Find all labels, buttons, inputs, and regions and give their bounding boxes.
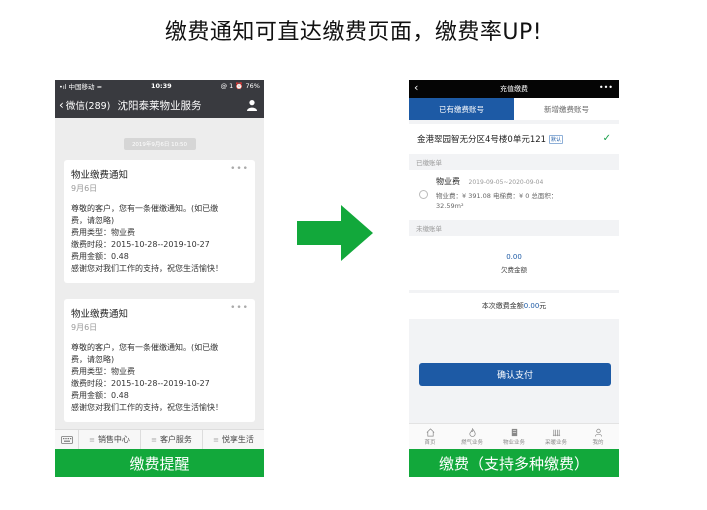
right-caption: 缴费（支持多种缴费） bbox=[409, 449, 619, 477]
bottom-tab-bar: 首页 燃气业务 物业业务 采暖业务 我的 bbox=[409, 423, 619, 449]
total-suffix: 元 bbox=[539, 302, 547, 310]
menu-item-customer-service[interactable]: ≡ 客户服务 bbox=[141, 430, 203, 449]
arrears-label: 欠费金额 bbox=[501, 265, 527, 274]
account-menu-bar: ≡ 销售中心 ≡ 客户服务 ≡ 悦享生活 bbox=[55, 429, 264, 449]
payment-nav-bar: ‹ 充值缴费 ••• bbox=[409, 80, 619, 98]
card-line: 缴费时段：2015-10-28--2019-10-27 bbox=[71, 240, 210, 249]
notification-card[interactable]: 物业缴费通知 9月6日 ••• 尊敬的客户，您有一条催缴通知。(如已缴 费，请忽… bbox=[64, 299, 255, 422]
tab-gas[interactable]: 燃气业务 bbox=[451, 424, 493, 449]
user-icon[interactable] bbox=[246, 99, 258, 111]
tab-label: 燃气业务 bbox=[460, 439, 483, 446]
card-body: 尊敬的客户，您有一条催缴通知。(如已缴 费，请忽略) 费用类型：物业费 缴费时段… bbox=[71, 203, 248, 275]
chat-area: 2019年9月6日 10:50 物业缴费通知 9月6日 ••• 尊敬的客户，您有… bbox=[55, 118, 264, 429]
bill-area: 32.59m² bbox=[436, 202, 464, 210]
unpaid-summary: 0.00 欠费金额 bbox=[409, 236, 619, 290]
card-date: 9月6日 bbox=[71, 184, 98, 193]
bill-fees: 物业费：¥ 391.08 电梯费：¥ 0 总面积： bbox=[436, 192, 558, 200]
tab-me[interactable]: 我的 bbox=[577, 424, 619, 449]
card-line: 费，请忽略) bbox=[71, 216, 115, 225]
more-icon[interactable]: ••• bbox=[230, 164, 249, 174]
card-line: 感谢您对我们工作的支持，祝您生活愉快！ bbox=[71, 264, 223, 273]
tab-heating[interactable]: 采暖业务 bbox=[535, 424, 577, 449]
back-label: 微信(289) bbox=[65, 101, 111, 112]
confirm-pay-button[interactable]: 确认支付 bbox=[419, 363, 611, 386]
arrow-right-icon bbox=[297, 205, 373, 261]
card-date: 9月6日 bbox=[71, 323, 98, 332]
address-text: 金港翠园智无分区4号楼0单元121 bbox=[417, 135, 547, 145]
address-row[interactable]: 金港翠园智无分区4号楼0单元121 默认 ✓ bbox=[409, 124, 619, 154]
card-line: 费用金额：0.48 bbox=[71, 391, 129, 400]
menu-label: 客户服务 bbox=[159, 435, 192, 444]
status-bar: •ıl 中国移动 ≈ 10:39 @ 1 ⏰ 76% bbox=[55, 80, 264, 92]
paid-section-label: 已缴账单 bbox=[409, 154, 619, 170]
payment-total: 本次缴费金额 0.00 元 bbox=[409, 293, 619, 319]
menu-list-icon: ≡ bbox=[213, 435, 219, 444]
menu-label: 悦享生活 bbox=[221, 435, 254, 444]
account-tabs: 已有缴费账号 新增缴费账号 bbox=[409, 98, 619, 120]
check-icon: ✓ bbox=[602, 133, 611, 144]
card-line: 费用金额：0.48 bbox=[71, 252, 129, 261]
keyboard-toggle[interactable] bbox=[55, 430, 79, 449]
card-line: 尊敬的客户，您有一条催缴通知。(如已缴 bbox=[71, 343, 219, 352]
card-line: 费，请忽略) bbox=[71, 355, 115, 364]
card-title: 物业缴费通知 bbox=[71, 309, 129, 320]
chat-title: 沈阳泰莱物业服务 bbox=[117, 99, 202, 112]
page-title: 充值缴费 bbox=[500, 85, 528, 93]
tab-existing-account[interactable]: 已有缴费账号 bbox=[409, 98, 514, 120]
bill-name: 物业费 bbox=[436, 177, 460, 186]
tab-property[interactable]: 物业业务 bbox=[493, 424, 535, 449]
card-title: 物业缴费通知 bbox=[71, 170, 129, 181]
card-line: 费用类型：物业费 bbox=[71, 228, 135, 237]
card-line: 费用类型：物业费 bbox=[71, 367, 135, 376]
wechat-nav-bar: ‹ 微信(289) 沈阳泰莱物业服务 bbox=[55, 92, 264, 118]
more-icon[interactable]: ••• bbox=[599, 83, 613, 92]
total-value: 0.00 bbox=[523, 302, 540, 310]
bill-period: 2019-09-05~2020-09-04 bbox=[468, 179, 544, 186]
chevron-left-icon: ‹ bbox=[59, 98, 64, 112]
user-icon bbox=[594, 428, 602, 437]
headline: 缴费通知可直达缴费页面，缴费率UP! bbox=[164, 20, 543, 45]
back-button[interactable]: ‹ 微信(289) bbox=[59, 98, 110, 112]
tab-label: 我的 bbox=[592, 439, 604, 446]
carrier-label: •ıl 中国移动 ≈ bbox=[59, 83, 103, 91]
keyboard-icon bbox=[60, 435, 73, 444]
wechat-phone-screen: •ıl 中国移动 ≈ 10:39 @ 1 ⏰ 76% ‹ 微信(289) 沈阳泰… bbox=[55, 80, 264, 477]
menu-item-enjoy-life[interactable]: ≡ 悦享生活 bbox=[203, 430, 264, 449]
tab-label: 采暖业务 bbox=[544, 439, 567, 446]
card-body: 尊敬的客户，您有一条催缴通知。(如已缴 费，请忽略) 费用类型：物业费 缴费时段… bbox=[71, 342, 248, 414]
default-badge: 默认 bbox=[549, 134, 564, 144]
tab-label: 物业业务 bbox=[502, 439, 525, 446]
battery-label: @ 1 ⏰ 76% bbox=[220, 82, 260, 90]
home-icon bbox=[426, 427, 434, 436]
unpaid-section-label: 未缴账单 bbox=[409, 220, 619, 236]
more-icon[interactable]: ••• bbox=[230, 303, 249, 313]
flame-icon bbox=[468, 427, 476, 437]
arrears-amount: 0.00 bbox=[506, 252, 522, 261]
tab-new-account[interactable]: 新增缴费账号 bbox=[514, 98, 619, 120]
tab-label: 首页 bbox=[424, 439, 436, 446]
total-prefix: 本次缴费金额 bbox=[481, 302, 524, 310]
card-line: 尊敬的客户，您有一条催缴通知。(如已缴 bbox=[71, 204, 219, 213]
time-chip: 2019年9月6日 10:50 bbox=[123, 138, 196, 150]
document-icon bbox=[511, 428, 517, 436]
clock-label: 10:39 bbox=[150, 82, 172, 90]
back-button[interactable]: ‹ bbox=[414, 82, 418, 94]
payment-phone-screen: ‹ 充值缴费 ••• 已有缴费账号 新增缴费账号 金港翠园智无分区4号楼0单元1… bbox=[409, 80, 619, 477]
menu-list-icon: ≡ bbox=[89, 435, 95, 444]
bill-radio[interactable] bbox=[419, 190, 428, 199]
bill-item[interactable]: 物业费 2019-09-05~2020-09-04 物业费：¥ 391.08 电… bbox=[409, 170, 619, 220]
menu-list-icon: ≡ bbox=[151, 435, 157, 444]
menu-item-sales-center[interactable]: ≡ 销售中心 bbox=[79, 430, 141, 449]
left-caption: 缴费提醒 bbox=[55, 449, 264, 477]
notification-card[interactable]: 物业缴费通知 9月6日 ••• 尊敬的客户，您有一条催缴通知。(如已缴 费，请忽… bbox=[64, 160, 255, 283]
radiator-icon bbox=[552, 429, 560, 436]
card-line: 缴费时段：2015-10-28--2019-10-27 bbox=[71, 379, 210, 388]
card-line: 感谢您对我们工作的支持，祝您生活愉快！ bbox=[71, 403, 223, 412]
tab-home[interactable]: 首页 bbox=[409, 424, 451, 449]
menu-label: 销售中心 bbox=[97, 435, 130, 444]
